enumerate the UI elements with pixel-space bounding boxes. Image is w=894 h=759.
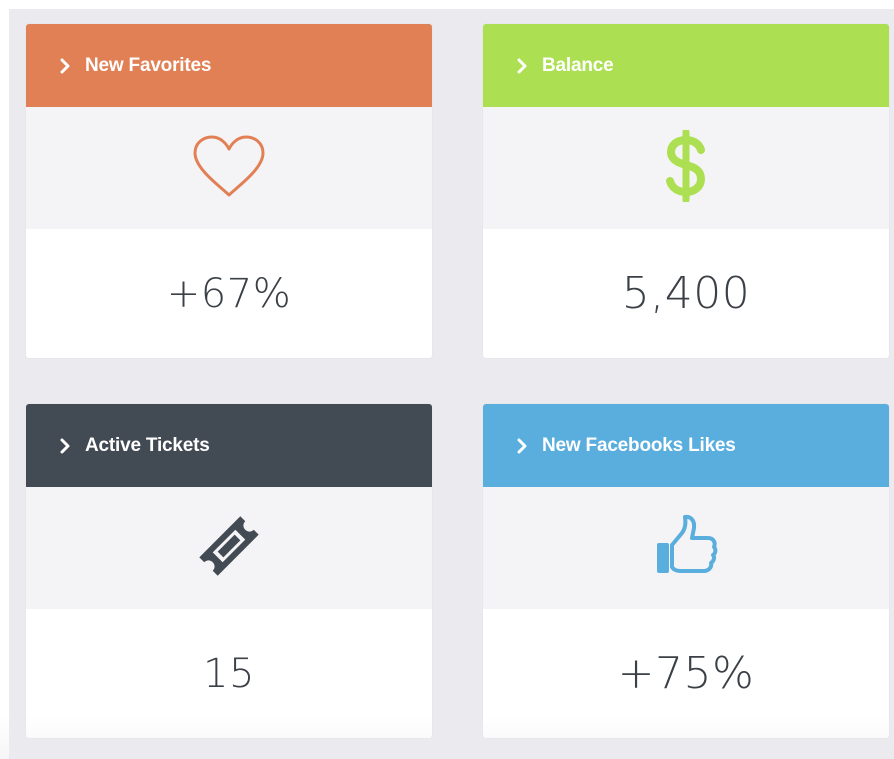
card-balance: Balance 5,400	[483, 24, 889, 358]
chevron-right-icon	[515, 58, 531, 74]
heart-icon	[191, 133, 267, 204]
ticket-icon	[192, 509, 266, 588]
dollar-icon	[661, 128, 711, 207]
card-new-facebook-likes: New Facebooks Likes +75%	[483, 404, 889, 738]
card-value-area: 5,400	[483, 229, 889, 358]
card-new-favorites: New Favorites +67%	[26, 24, 432, 358]
thumbs-up-icon	[651, 511, 721, 586]
card-header-balance[interactable]: Balance	[483, 24, 889, 107]
card-title: Balance	[542, 54, 614, 76]
card-value-area: +75%	[483, 609, 889, 738]
card-title: New Favorites	[85, 54, 212, 76]
card-title: New Facebooks Likes	[542, 434, 736, 456]
card-header-new-facebook-likes[interactable]: New Facebooks Likes	[483, 404, 889, 487]
card-active-tickets: Active Tickets 15	[26, 404, 432, 738]
card-value: 15	[203, 650, 255, 697]
chevron-right-icon	[58, 438, 74, 454]
card-value: +75%	[617, 648, 755, 699]
card-icon-area	[26, 487, 432, 609]
card-value: +67%	[166, 270, 292, 317]
card-title: Active Tickets	[85, 434, 210, 456]
card-value-area: +67%	[26, 229, 432, 358]
card-icon-area	[483, 487, 889, 609]
card-value: 5,400	[621, 268, 751, 319]
chevron-right-icon	[515, 438, 531, 454]
card-icon-area	[26, 107, 432, 229]
card-icon-area	[483, 107, 889, 229]
card-header-active-tickets[interactable]: Active Tickets	[26, 404, 432, 487]
chevron-right-icon	[58, 58, 74, 74]
card-header-new-favorites[interactable]: New Favorites	[26, 24, 432, 107]
card-value-area: 15	[26, 609, 432, 738]
